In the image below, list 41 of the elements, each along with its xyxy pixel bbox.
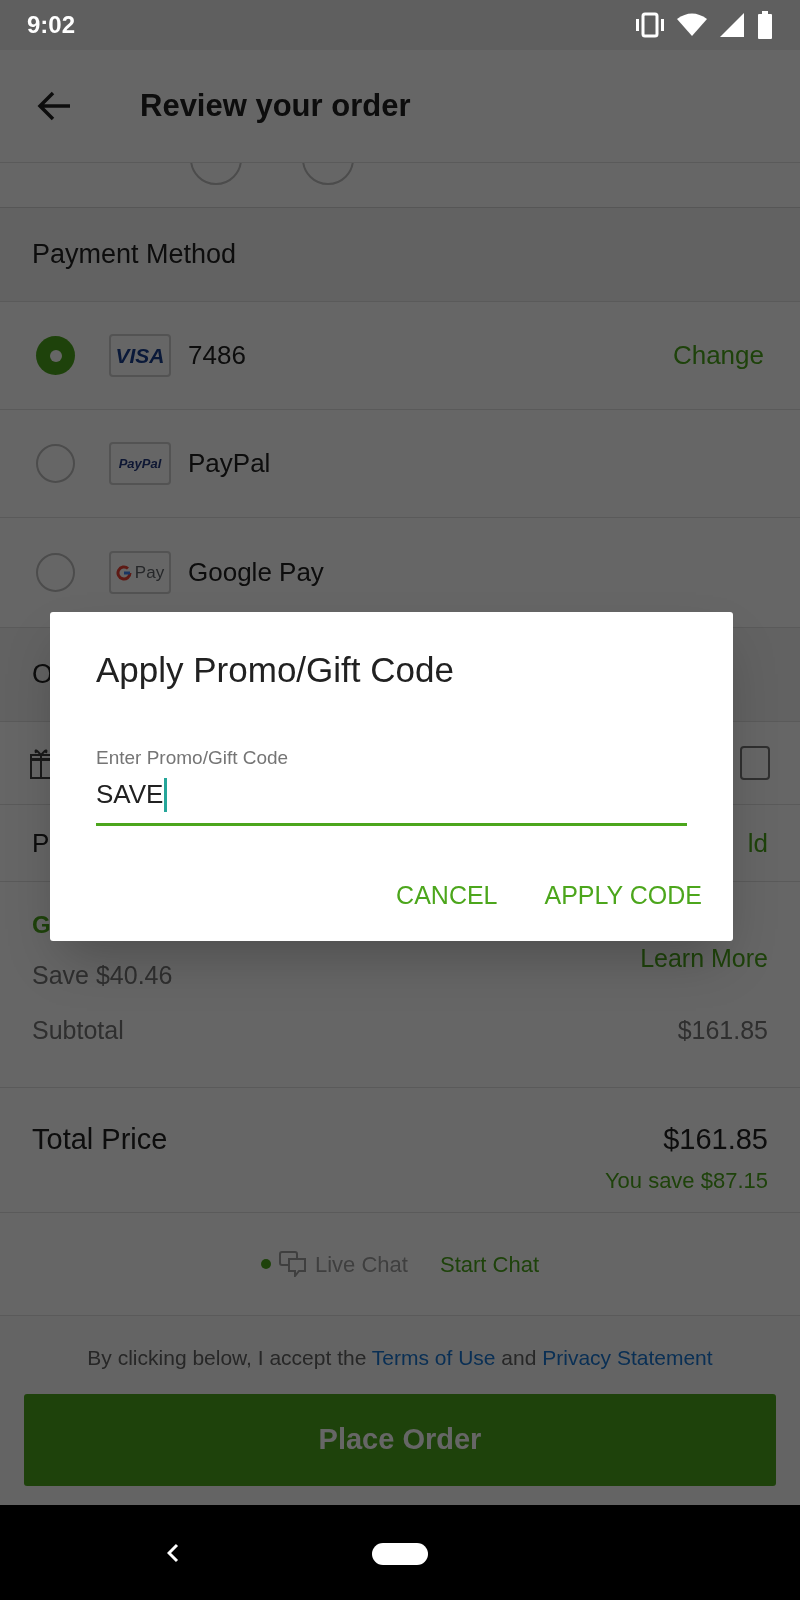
payment-label: Google Pay xyxy=(188,556,325,589)
radio-button[interactable] xyxy=(36,336,75,375)
wifi-icon xyxy=(677,13,707,37)
battery-icon xyxy=(757,11,773,39)
row-label: P xyxy=(32,826,50,860)
logo-text: Pay xyxy=(134,561,165,584)
learn-more-link[interactable]: Learn More xyxy=(640,943,768,973)
radio-button[interactable] xyxy=(36,553,75,592)
home-button[interactable] xyxy=(372,1543,428,1565)
privacy-link[interactable]: Privacy Statement xyxy=(542,1346,713,1369)
gift-icon xyxy=(30,747,52,779)
total-label: Total Price xyxy=(32,1122,168,1157)
signal-icon xyxy=(719,12,745,38)
code-field[interactable]: Enter Promo/Gift Code SAVE xyxy=(96,746,687,826)
total-value: $161.85 xyxy=(663,1122,768,1157)
chevron-left-icon xyxy=(167,1543,179,1563)
vibrate-icon xyxy=(635,12,665,38)
savings-total: You save $87.15 xyxy=(604,1166,768,1195)
place-order-button[interactable]: Place Order xyxy=(24,1393,776,1486)
back-arrow-icon xyxy=(37,91,71,121)
status-time: 9:02 xyxy=(27,10,76,40)
start-chat-link[interactable]: Start Chat xyxy=(439,1247,539,1281)
dialog-button[interactable]: CANCEL xyxy=(388,871,506,921)
dialog-title: Apply Promo/Gift Code xyxy=(96,649,455,691)
page-title: Review your order xyxy=(140,86,411,125)
chat-bubbles-icon xyxy=(279,1251,307,1277)
terms-link[interactable]: Terms of Use xyxy=(371,1346,496,1369)
section-title: Payment Method xyxy=(32,238,237,272)
g-icon xyxy=(115,564,132,581)
dialog-button[interactable]: APPLY CODE xyxy=(536,871,710,921)
terms-text: By clicking below, I accept the Terms of Use and Privacy Statement xyxy=(87,1345,713,1371)
checkbox[interactable] xyxy=(740,746,770,780)
membership-title: G xyxy=(32,910,51,940)
payment-label: PayPal xyxy=(188,447,272,480)
radio-button[interactable] xyxy=(36,444,75,483)
add-link[interactable]: ld xyxy=(747,823,768,863)
change-link[interactable]: Change xyxy=(672,336,764,375)
payment-label: 7486 xyxy=(188,339,247,372)
logo-text: VISA xyxy=(115,342,165,369)
status-dot-icon xyxy=(261,1259,271,1269)
logo-text: PayPal xyxy=(118,454,162,473)
